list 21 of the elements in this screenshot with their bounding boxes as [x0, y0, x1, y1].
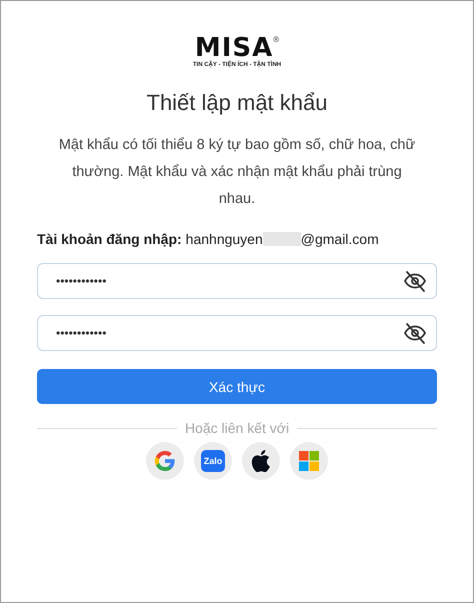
divider-text: Hoặc liên kết với [184, 420, 290, 436]
eye-slash-icon[interactable] [403, 269, 427, 293]
account-email: hanhnguyen [186, 231, 263, 247]
password-field[interactable]: •••••••••••• [37, 315, 437, 351]
registered-mark: ® [273, 35, 280, 44]
submit-button[interactable]: Xác thực [37, 369, 437, 404]
account-email-domain: @gmail.com [300, 231, 379, 247]
logo-wordmark: MISA [194, 35, 274, 61]
zalo-logo: Zalo [200, 450, 226, 472]
eye-slash-icon[interactable] [403, 321, 427, 345]
google-login-button[interactable] [146, 442, 184, 480]
description-text: Mật khẩu có tối thiểu 8 ký tự bao gồm số, chữ hoa, chữ thường. Mật khẩu và xác nhận mật khẩu phải trùng nhau. [58, 136, 416, 209]
page-title: Thiết lập mật khẩu [146, 90, 328, 116]
g-logo-icon [154, 450, 176, 472]
password-field[interactable]: •••••••••••• [37, 263, 437, 299]
account-label: Tài khoản đăng nhập: [37, 231, 182, 247]
four-squares-icon [299, 451, 319, 471]
zalo-login-button[interactable]: Zalo [194, 442, 232, 480]
microsoft-login-button[interactable] [290, 442, 328, 480]
apple-login-button[interactable] [242, 442, 280, 480]
apple-icon [251, 450, 271, 472]
